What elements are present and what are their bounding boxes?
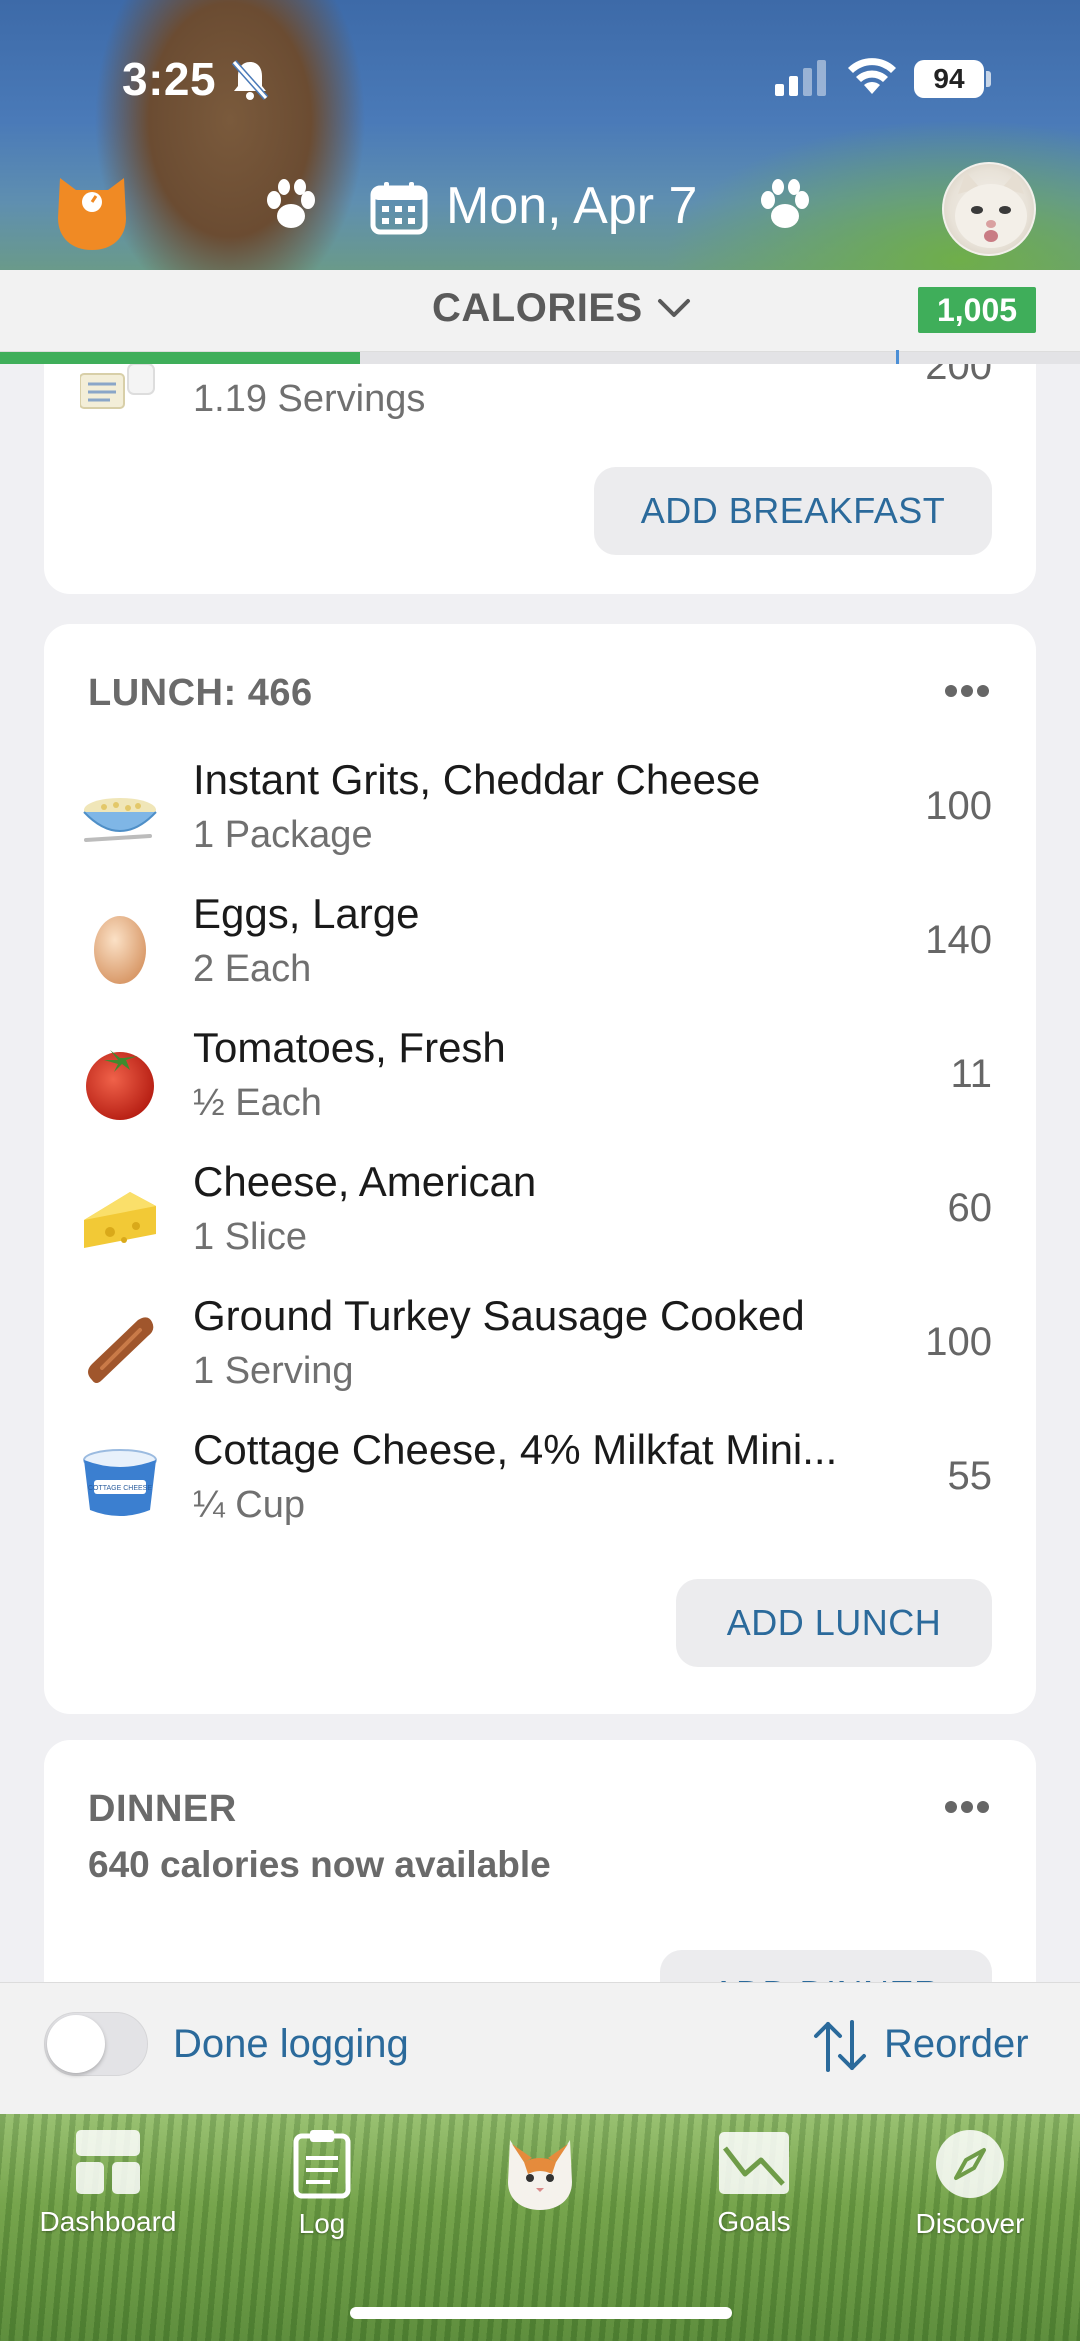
food-quantity: ½ Each <box>193 1082 322 1124</box>
food-row[interactable]: Instant Grits, Cheddar Cheese 1 Package … <box>44 750 1036 884</box>
chevron-down-icon[interactable] <box>656 296 692 320</box>
more-options-icon[interactable] <box>944 1800 990 1814</box>
tomato-icon <box>86 1050 154 1120</box>
food-name: Tomatoes, Fresh <box>193 1024 506 1071</box>
food-name: Cottage Cheese, 4% Milkfat Mini... <box>193 1426 838 1473</box>
cellular-signal-icon <box>775 60 826 96</box>
egg-icon <box>94 916 146 984</box>
food-quantity: 1 Package <box>193 814 373 856</box>
food-calories: 100 <box>925 1320 992 1364</box>
compass-icon <box>936 2130 1004 2198</box>
toggle-knob <box>47 2015 105 2073</box>
calorie-progress-bar <box>0 350 1080 366</box>
food-name: Ground Turkey Sausage Cooked <box>193 1292 805 1339</box>
lunch-title: LUNCH: 466 <box>88 672 313 714</box>
calendar-icon[interactable] <box>370 180 428 236</box>
food-log-scroll[interactable]: 1.19 Servings 200 ADD BREAKFAST LUNCH: 4… <box>0 364 1080 1982</box>
add-lunch-button[interactable]: ADD LUNCH <box>676 1579 992 1667</box>
food-row[interactable]: Eggs, Large 2 Each 140 <box>44 884 1036 1018</box>
status-time: 3:25 <box>122 53 217 105</box>
wifi-icon <box>848 58 896 94</box>
tab-dashboard[interactable]: Dashboard <box>18 2128 198 2238</box>
dinner-available-calories: 640 calories now available <box>88 1844 551 1885</box>
tab-label: Dashboard <box>39 2206 177 2237</box>
breakfast-item-calories: 200 <box>925 364 992 388</box>
food-calories: 140 <box>925 918 992 962</box>
cottage-cheese-label: COTTAGE CHEESE <box>88 1485 152 1492</box>
done-logging-toggle[interactable] <box>44 2012 148 2076</box>
food-row[interactable]: Ground Turkey Sausage Cooked 1 Serving 1… <box>44 1286 1036 1420</box>
app-logo-cat-scale-icon[interactable] <box>54 172 130 252</box>
food-quantity: 1 Serving <box>193 1350 354 1392</box>
food-calories: 55 <box>947 1454 993 1498</box>
food-row[interactable]: Cheese, American 1 Slice 60 <box>44 1152 1036 1286</box>
food-quantity: ¼ Cup <box>193 1484 305 1526</box>
profile-avatar[interactable] <box>942 162 1036 256</box>
cheese-icon <box>84 1192 156 1248</box>
tab-discover[interactable]: Discover <box>880 2128 1060 2240</box>
paw-right-icon[interactable] <box>756 178 814 234</box>
food-name: Cheese, American <box>193 1158 537 1205</box>
grits-bowl-icon <box>83 798 157 842</box>
add-dinner-button[interactable]: ADD DINNER <box>660 1950 992 1982</box>
food-quantity: 1 Slice <box>193 1216 308 1258</box>
battery-tip <box>986 71 991 87</box>
sausage-icon <box>88 1317 154 1383</box>
food-calories: 11 <box>950 1052 992 1096</box>
add-breakfast-button[interactable]: ADD BREAKFAST <box>594 467 992 555</box>
selected-date[interactable]: Mon, Apr 7 <box>446 176 697 236</box>
breakfast-card: 1.19 Servings 200 ADD BREAKFAST <box>44 364 1036 594</box>
home-indicator <box>350 2307 732 2319</box>
paw-left-icon[interactable] <box>262 178 320 234</box>
breakfast-item-qty: 1.19 Servings <box>193 378 426 420</box>
goals-chart-icon <box>719 2132 789 2194</box>
battery-level: 94 <box>914 60 984 98</box>
calories-dropdown[interactable]: CALORIES <box>432 286 643 331</box>
tab-cat-home[interactable] <box>450 2128 630 2220</box>
calorie-progress-fill <box>0 352 360 364</box>
cottage-cheese-icon: COTTAGE CHEESE <box>83 1449 157 1516</box>
more-options-icon[interactable] <box>944 684 990 698</box>
dinner-card: DINNER 640 calories now available ADD DI… <box>44 1740 1036 1982</box>
dashboard-icon <box>76 2130 140 2194</box>
clipboard-icon <box>293 2130 351 2199</box>
dinner-title: DINNER <box>88 1788 237 1830</box>
bell-muted-icon <box>231 60 269 100</box>
status-bar: 3:25 94 <box>0 0 1080 160</box>
calories-remaining-badge: 1,005 <box>918 287 1036 333</box>
food-name: Eggs, Large <box>193 890 420 937</box>
reorder-arrows-icon[interactable] <box>810 2018 870 2074</box>
food-calories: 100 <box>925 784 992 828</box>
food-row[interactable]: COTTAGE CHEESE Cottage Cheese, 4% Milkfa… <box>44 1420 1036 1554</box>
cat-face-icon <box>955 172 1027 248</box>
food-name: Instant Grits, Cheddar Cheese <box>193 756 761 803</box>
reorder-button[interactable]: Reorder <box>884 2022 1029 2067</box>
food-row[interactable]: Tomatoes, Fresh ½ Each 11 <box>44 1018 1036 1152</box>
tab-log[interactable]: Log <box>232 2128 412 2240</box>
done-logging-label[interactable]: Done logging <box>173 2022 409 2067</box>
cat-mascot-icon <box>508 2140 572 2210</box>
lunch-card: LUNCH: 466 Instant Grits, Cheddar Cheese… <box>44 624 1036 1714</box>
tab-label: Log <box>298 2208 346 2239</box>
food-quantity: 2 Each <box>193 948 312 990</box>
recipe-card-icon <box>80 364 155 409</box>
food-calories: 60 <box>947 1186 993 1230</box>
tab-label: Goals <box>717 2206 791 2237</box>
tab-goals[interactable]: Goals <box>664 2128 844 2238</box>
tab-label: Discover <box>915 2208 1025 2239</box>
